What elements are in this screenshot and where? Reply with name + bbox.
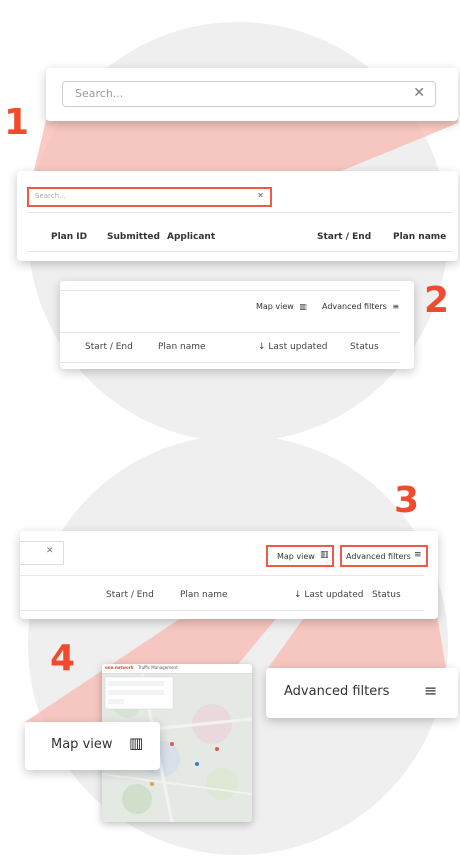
map-view-label: Map view bbox=[277, 552, 315, 561]
step-number-4: 4 bbox=[50, 638, 76, 679]
column-header-plan-name[interactable]: Plan name bbox=[158, 342, 206, 352]
filter-icon: ≡ bbox=[392, 302, 400, 311]
search-input-partial[interactable]: ✕ bbox=[20, 541, 64, 565]
search-zoom-card: Search... ✕ bbox=[46, 68, 458, 121]
column-header-applicant[interactable]: Applicant bbox=[167, 232, 215, 242]
table-search-placeholder: Search... bbox=[35, 192, 66, 200]
map-tab: Traffic Management bbox=[138, 665, 178, 670]
map-icon: ▥ bbox=[129, 734, 144, 752]
map-view-button[interactable]: Map view ▥ bbox=[256, 302, 307, 311]
clear-search-icon[interactable]: ✕ bbox=[257, 191, 264, 200]
column-header-start-end[interactable]: Start / End bbox=[85, 342, 133, 352]
close-icon[interactable]: ✕ bbox=[413, 85, 425, 101]
map-brand: one.network bbox=[105, 665, 134, 670]
advanced-filters-label: Advanced filters bbox=[322, 302, 387, 311]
column-header-plan-id[interactable]: Plan ID bbox=[51, 232, 87, 242]
step-number-2: 2 bbox=[424, 280, 450, 321]
advanced-filters-button[interactable]: Advanced filters ≡ bbox=[322, 302, 399, 311]
map-view-zoom-label: Map view bbox=[51, 737, 113, 752]
advanced-filters-label: Advanced filters bbox=[346, 552, 411, 561]
column-header-submitted[interactable]: Submitted bbox=[107, 232, 160, 242]
column-header-plan-name[interactable]: Plan name bbox=[393, 232, 446, 242]
filter-icon: ≡ bbox=[424, 681, 438, 700]
search-placeholder: Search... bbox=[75, 87, 124, 100]
step-number-1: 1 bbox=[4, 102, 30, 143]
column-header-last-updated[interactable]: ↓ Last updated bbox=[258, 342, 327, 352]
search-input-highlight[interactable]: Search... ✕ bbox=[27, 187, 272, 207]
column-header-plan-name[interactable]: Plan name bbox=[180, 590, 228, 600]
column-header-status[interactable]: Status bbox=[350, 342, 379, 352]
map-icon: ▥ bbox=[320, 550, 329, 560]
map-view-zoom-card[interactable]: Map view ▥ bbox=[25, 722, 160, 770]
close-icon[interactable]: ✕ bbox=[46, 546, 54, 556]
search-input[interactable]: Search... ✕ bbox=[62, 81, 436, 107]
advanced-filters-zoom-card[interactable]: Advanced filters ≡ bbox=[266, 668, 458, 718]
step-number-3: 3 bbox=[394, 480, 420, 521]
column-header-status[interactable]: Status bbox=[372, 590, 401, 600]
map-view-button-highlight[interactable]: Map view ▥ bbox=[266, 545, 334, 567]
column-header-start-end[interactable]: Start / End bbox=[106, 590, 154, 600]
column-header-last-updated[interactable]: ↓ Last updated bbox=[294, 590, 363, 600]
advanced-filters-button-highlight[interactable]: Advanced filters ≡ bbox=[340, 545, 428, 567]
map-view-label: Map view bbox=[256, 302, 294, 311]
column-header-start-end[interactable]: Start / End bbox=[317, 232, 371, 242]
filter-icon: ≡ bbox=[414, 550, 422, 560]
advanced-filters-zoom-label: Advanced filters bbox=[284, 684, 390, 699]
plans-table-card: Plan ID Submitted Applicant Start / End … bbox=[17, 171, 458, 261]
toolbar-card-step2: Map view ▥ Advanced filters ≡ Start / En… bbox=[60, 281, 414, 369]
map-icon: ▥ bbox=[299, 302, 307, 311]
